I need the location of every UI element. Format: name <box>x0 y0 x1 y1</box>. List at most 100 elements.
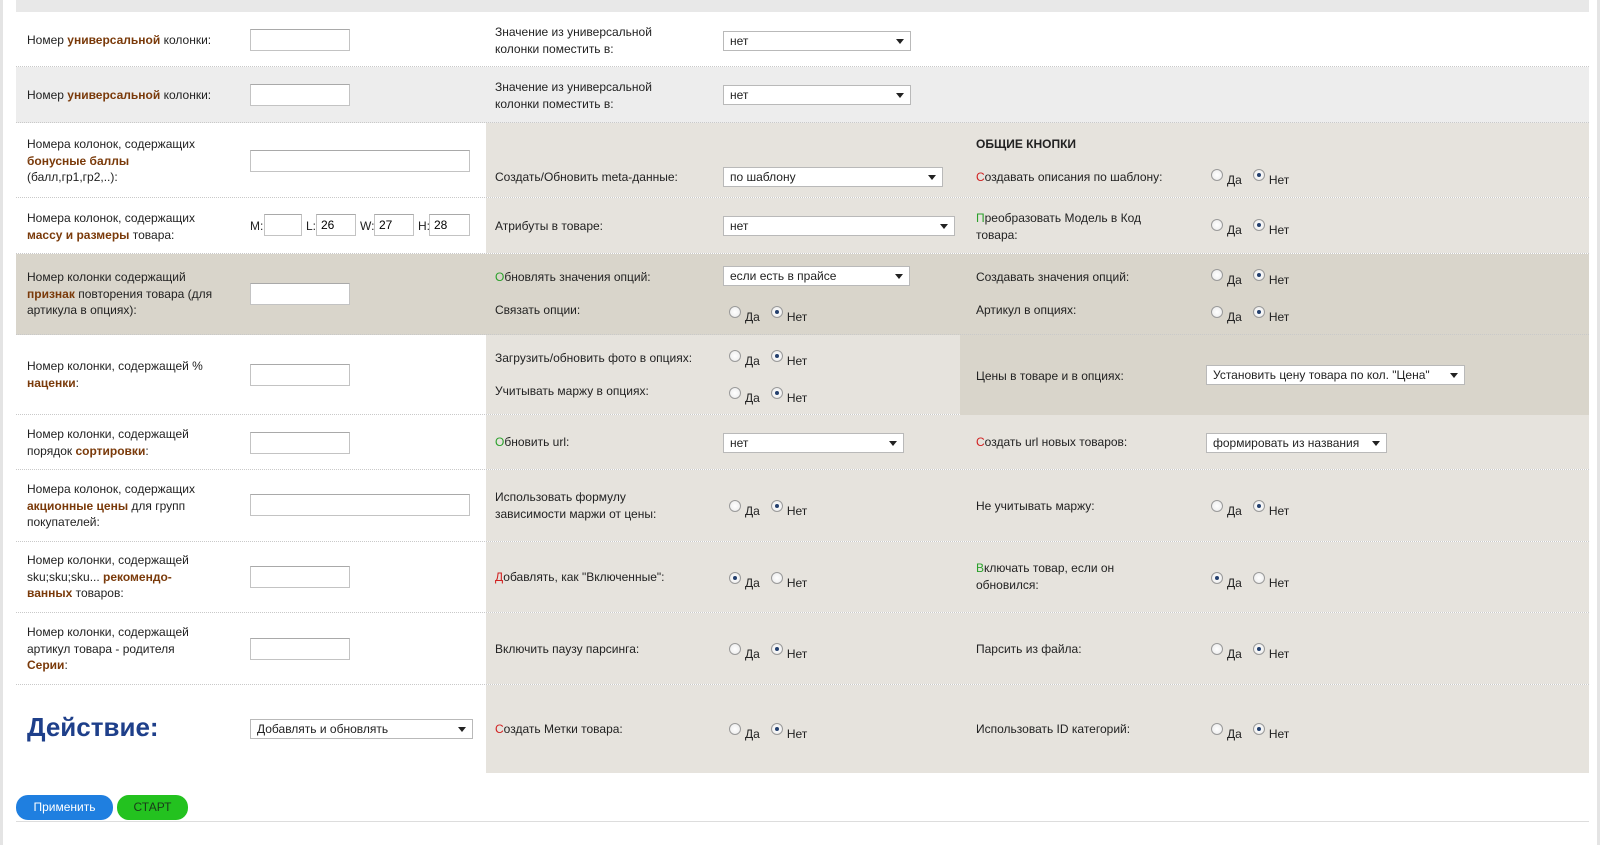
create-option-values-no-radio[interactable] <box>1252 269 1265 281</box>
model-to-code-yes-radio[interactable] <box>1211 219 1223 231</box>
parsing-pause-no-radio[interactable] <box>770 643 783 655</box>
link-options-no-radio[interactable] <box>770 306 783 318</box>
update-url-select[interactable]: нет <box>723 433 904 453</box>
create-option-values-label: Создавать значения опций: <box>976 270 1130 284</box>
recommended-input[interactable] <box>250 566 350 588</box>
attributes-label: Атрибуты в товаре: <box>495 219 604 233</box>
series-parent-label: Номер колонки, содержащей артикул товара… <box>27 625 189 672</box>
row-universal-column-1: Номер универсальной колонки: Значение из… <box>16 12 1589 67</box>
prices-label: Цены в товаре и в опциях: <box>976 369 1124 383</box>
ignore-margin-yes-radio[interactable] <box>1211 500 1223 512</box>
option-margin-no-radio[interactable] <box>770 387 783 399</box>
template-descriptions-yes-radio[interactable] <box>1211 169 1223 181</box>
prices-select[interactable]: Установить цену товара по кол. "Цена" <box>1206 365 1465 385</box>
m-input[interactable] <box>264 214 302 236</box>
parse-from-file-radio: Да Нет <box>1211 643 1300 661</box>
parsing-pause-yes-radio[interactable] <box>729 643 741 655</box>
radio-yes-label: Да <box>1227 223 1242 237</box>
model-to-code-no-radio[interactable] <box>1252 219 1265 231</box>
general-buttons-title: ОБЩИЕ КНОПКИ <box>976 137 1077 151</box>
start-button[interactable]: СТАРТ <box>117 795 188 820</box>
radio-yes-label: Да <box>745 727 760 741</box>
radio-no-label: Нет <box>1268 310 1290 324</box>
settings-panel: Номер универсальной колонки: Значение из… <box>0 0 1600 845</box>
row-bonus-points: Номера колонок, содержащих бонусные баллы… <box>16 123 1589 198</box>
option-photos-radio: Да Нет <box>729 350 818 368</box>
parse-from-file-no-radio[interactable] <box>1252 643 1265 655</box>
category-id-radio: Да Нет <box>1211 723 1300 741</box>
sort-order-label: Номер колонки, содержащей порядок сортир… <box>27 427 189 458</box>
universal-column-input-1[interactable] <box>250 29 350 51</box>
sku-in-options-no-radio[interactable] <box>1252 306 1265 318</box>
parse-from-file-yes-radio[interactable] <box>1211 643 1223 655</box>
radio-yes-label: Да <box>745 504 760 518</box>
series-parent-input[interactable] <box>250 638 350 660</box>
bonus-points-input[interactable] <box>250 150 470 172</box>
margin-formula-no-radio[interactable] <box>770 500 783 512</box>
template-descriptions-no-radio[interactable] <box>1252 169 1265 181</box>
enable-updated-yes-radio[interactable] <box>1211 572 1223 584</box>
markup-input[interactable] <box>250 364 350 386</box>
create-tags-yes-radio[interactable] <box>729 723 741 735</box>
radio-no-label: Нет <box>1268 504 1290 518</box>
radio-no-label: Нет <box>1268 173 1290 187</box>
margin-formula-yes-radio[interactable] <box>729 500 741 512</box>
universal-value-target-select-2[interactable]: нет <box>723 85 911 105</box>
parsing-pause-radio: Да Нет <box>729 643 818 661</box>
sort-order-input[interactable] <box>250 432 350 454</box>
sku-in-options-radio: Да Нет <box>1211 306 1300 324</box>
add-as-included-yes-radio[interactable] <box>729 572 741 584</box>
link-options-yes-radio[interactable] <box>729 306 741 318</box>
radio-no-label: Нет <box>786 576 808 590</box>
top-strip <box>16 0 1589 12</box>
bonus-points-label: Номера колонок, содержащих бонусные баллы… <box>27 137 195 184</box>
margin-formula-radio: Да Нет <box>729 500 818 518</box>
create-option-values-yes-radio[interactable] <box>1211 269 1223 281</box>
repeat-flag-label: Номер колонки содержащий признак повторен… <box>27 270 213 317</box>
l-label: L: <box>306 219 317 233</box>
add-as-included-no-radio[interactable] <box>770 572 783 584</box>
attributes-select[interactable]: нет <box>723 216 955 236</box>
option-margin-yes-radio[interactable] <box>729 387 741 399</box>
new-product-url-select[interactable]: формировать из названия <box>1206 433 1387 453</box>
category-id-yes-radio[interactable] <box>1211 723 1223 735</box>
create-tags-no-radio[interactable] <box>770 723 783 735</box>
w-input[interactable] <box>374 214 414 236</box>
enable-updated-radio: Да Нет <box>1211 572 1300 590</box>
recommended-label: Номер колонки, содержащей sku;sku;sku...… <box>27 553 189 600</box>
radio-yes-label: Да <box>745 576 760 590</box>
h-input[interactable] <box>429 214 470 236</box>
ignore-margin-no-radio[interactable] <box>1252 500 1265 512</box>
apply-button[interactable]: Применить <box>16 795 113 820</box>
universal-value-target-select-1[interactable]: нет <box>723 31 911 51</box>
create-option-values-radio: Да Нет <box>1211 269 1300 287</box>
sku-in-options-yes-radio[interactable] <box>1211 306 1223 318</box>
repeat-flag-input[interactable] <box>250 283 350 305</box>
option-photos-no-radio[interactable] <box>770 350 783 362</box>
universal-value-target-label-1: Значение из универсальной колонки помест… <box>495 25 652 56</box>
add-as-included-label: Добавлять, как "Включенные": <box>495 570 665 584</box>
universal-column-label-1: Номер универсальной колонки: <box>27 33 212 47</box>
radio-yes-label: Да <box>1227 273 1242 287</box>
radio-no-label: Нет <box>786 391 808 405</box>
meta-data-select[interactable]: по шаблону <box>723 167 943 187</box>
link-options-label: Связать опции: <box>495 303 581 317</box>
enable-updated-no-radio[interactable] <box>1252 572 1265 584</box>
footer-divider <box>16 821 1589 822</box>
radio-no-label: Нет <box>1268 647 1290 661</box>
row-series-parent: Номер колонки, содержащей артикул товара… <box>16 613 1589 685</box>
universal-column-input-2[interactable] <box>250 84 350 106</box>
promo-prices-input[interactable] <box>250 494 470 516</box>
l-input[interactable] <box>316 214 356 236</box>
radio-yes-label: Да <box>1227 310 1242 324</box>
update-option-values-select[interactable]: если есть в прайсе <box>723 266 910 286</box>
action-select[interactable]: Добавлять и обновлять <box>250 719 473 739</box>
option-margin-radio: Да Нет <box>729 387 818 405</box>
create-tags-label: Создать Метки товара: <box>495 722 623 736</box>
w-label: W: <box>360 219 375 233</box>
radio-no-label: Нет <box>1268 727 1290 741</box>
option-photos-yes-radio[interactable] <box>729 350 741 362</box>
category-id-no-radio[interactable] <box>1252 723 1265 735</box>
row-promo-prices: Номера колонок, содержащих акционные цены… <box>16 470 1589 542</box>
row-markup: Номер колонки, содержащей % наценки: Загр… <box>16 335 1589 415</box>
